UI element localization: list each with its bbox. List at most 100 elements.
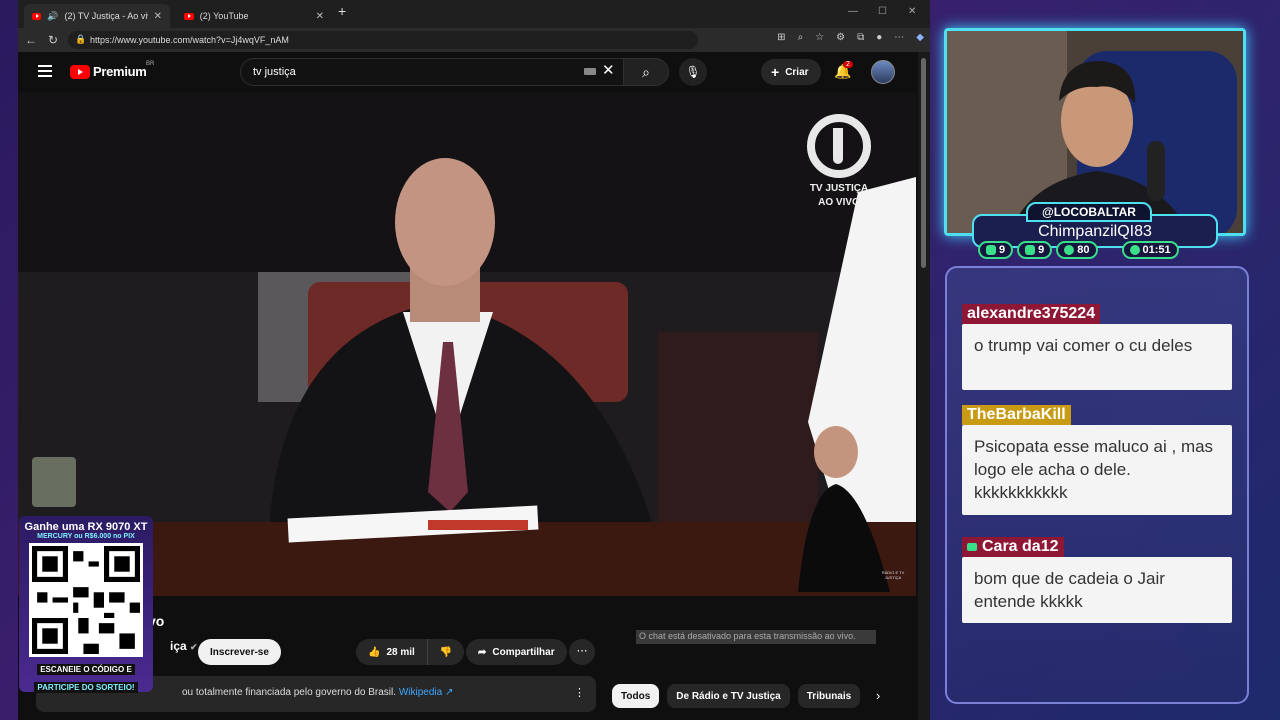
sponsor-cta-line2: PARTICIPE DO SORTEIO! [34, 682, 138, 693]
minimize-icon[interactable]: — [848, 6, 858, 17]
share-icon: ➦ [478, 646, 487, 658]
chat-username-text: Cara da12 [982, 538, 1059, 555]
clear-search-icon[interactable]: ✕ [602, 61, 615, 79]
external-link-icon: ↗ [444, 687, 454, 698]
sponsor-cta-line1: ESCANEIE O CÓDIGO E [37, 664, 135, 675]
url-text: https://www.youtube.com/watch?v=Jj4wqVF_… [90, 35, 289, 45]
chat-username: TheBarbaKill [962, 405, 1071, 425]
create-label: Criar [785, 66, 809, 78]
tab-youtube[interactable]: (2) YouTube ✕ [176, 4, 332, 28]
youtube-favicon-icon [32, 12, 42, 20]
close-icon[interactable]: ✕ [154, 11, 162, 22]
related-chips: Todos De Rádio e TV Justiça Tribunais [612, 684, 861, 708]
maximize-icon[interactable]: ☐ [878, 6, 887, 17]
chat-message: Psicopata esse maluco ai , mas logo ele … [962, 425, 1232, 515]
url-field[interactable]: 🔒 https://www.youtube.com/watch?v=Jj4wqV… [68, 31, 698, 49]
voice-search-button[interactable]: 🎙 [679, 58, 707, 86]
channel-name-text: iça [170, 639, 187, 653]
youtube-header: Premium BR tv justiça ✕ ⌕ 🎙 + Criar 🔔 2 [18, 52, 918, 92]
chip-todos[interactable]: Todos [612, 684, 660, 708]
verified-icon: ✔ [190, 642, 198, 652]
menu-icon[interactable] [38, 65, 52, 77]
logo-line2: AO VIVO [818, 197, 860, 208]
notification-badge: 2 [843, 61, 853, 68]
stat-youtube-value: 9 [1038, 244, 1045, 256]
info-text: ou totalmente financiada pelo governo do… [182, 687, 397, 698]
chat-username: Cara da12 [962, 537, 1064, 557]
avatar[interactable] [871, 60, 895, 84]
qr-code-icon [29, 543, 143, 657]
zoom-icon[interactable]: ⌕ [798, 32, 804, 43]
wikipedia-link[interactable]: Wikipedia [399, 687, 442, 698]
sponsor-subtitle: MERCURY ou R$6.000 no PIX [37, 533, 135, 540]
chip-radio-tv[interactable]: De Rádio e TV Justiça [667, 684, 790, 708]
profile-icon[interactable]: ● [876, 32, 882, 43]
tv-justica-logo: TV JUSTIÇA AO VIVO [804, 114, 874, 210]
chat-disabled-notice: O chat está desativado para esta transmi… [636, 630, 876, 644]
mic-icon: 🎙 [685, 65, 701, 79]
collections-icon[interactable]: ⧉ [857, 32, 864, 43]
search-button[interactable]: ⌕ [623, 58, 669, 86]
scrollbar-thumb[interactable] [921, 58, 926, 268]
create-button[interactable]: + Criar [761, 59, 821, 85]
chat-icon [986, 245, 996, 255]
logo-line1: TV JUSTIÇA [809, 183, 869, 194]
keyboard-icon[interactable] [584, 68, 596, 75]
chat-message: o trump vai comer o cu deles [962, 324, 1232, 390]
speaker-icon[interactable]: 🔊 [47, 11, 58, 22]
chevron-right-icon[interactable]: › [876, 688, 880, 703]
stream-stats: 9 9 80 01:51 [978, 241, 1179, 259]
favorite-star-icon[interactable]: ☆ [815, 32, 824, 43]
stat-chat: 9 [978, 241, 1014, 259]
like-dislike-group: 👍 28 mil 👎 [356, 639, 465, 665]
browser-window: 🔊 (2) TV Justiça - Ao vivo - You ✕ (2) Y… [18, 0, 930, 720]
tab-label: (2) YouTube [199, 11, 249, 21]
youtube-play-icon [70, 64, 90, 79]
close-icon[interactable]: ✕ [316, 11, 324, 22]
brand-name: Premium [93, 64, 147, 79]
more-actions-button[interactable]: ⋯ [569, 639, 595, 665]
copilot-icon[interactable]: ◆ [916, 32, 924, 43]
new-tab-icon[interactable]: + [338, 3, 346, 19]
page-scrollbar[interactable] [918, 52, 930, 720]
search-input[interactable]: tv justiça [240, 58, 624, 86]
stat-time-value: 01:51 [1142, 244, 1171, 256]
tv-justica-logo-icon [807, 114, 871, 178]
tab-tv-justica[interactable]: 🔊 (2) TV Justiça - Ao vivo - You ✕ [24, 4, 170, 28]
share-label: Compartilhar [492, 646, 555, 658]
dislike-button[interactable]: 👎 [428, 639, 464, 665]
chat-username: alexandre375224 [962, 304, 1101, 324]
stat-viewers-value: 80 [1077, 244, 1090, 256]
stream-handle: @LOCOBALTAR [1026, 202, 1152, 222]
chat-message: bom que de cadeia o Jair entende kkkkk [962, 557, 1232, 623]
close-window-icon[interactable]: ✕ [908, 6, 916, 17]
info-more-icon[interactable]: ⋮ [574, 686, 585, 699]
stat-chat-value: 9 [999, 244, 1006, 256]
youtube-icon [967, 543, 977, 551]
youtube-favicon-icon [184, 12, 194, 20]
thumbs-down-icon: 👎 [439, 646, 453, 658]
stat-viewers: 80 [1056, 241, 1098, 259]
viewers-icon [1064, 245, 1075, 255]
like-button[interactable]: 👍 28 mil [356, 639, 428, 665]
extensions-icon[interactable]: ⚙ [836, 32, 845, 43]
stat-youtube: 9 [1017, 241, 1053, 259]
thumbs-up-icon: 👍 [368, 646, 381, 658]
browser-toolbar: ⊞ ⌕ ☆ ⚙ ⧉ ● ⋯ ◆ [777, 32, 924, 43]
reload-icon[interactable]: ↻ [42, 33, 64, 47]
subscribe-button[interactable]: Inscrever-se [198, 639, 281, 665]
youtube-logo[interactable]: Premium BR [70, 61, 154, 79]
share-button[interactable]: ➦ Compartilhar [466, 639, 567, 665]
search-icon: ⌕ [642, 64, 650, 80]
lock-icon: 🔒 [75, 34, 87, 44]
tab-bar: 🔊 (2) TV Justiça - Ao vivo - You ✕ (2) Y… [18, 0, 930, 28]
back-icon[interactable]: ← [20, 33, 42, 47]
chip-tribunais[interactable]: Tribunais [797, 684, 861, 708]
apps-icon[interactable]: ⊞ [777, 32, 785, 43]
channel-name[interactable]: iça ✔ [170, 639, 198, 653]
like-count: 28 mil [386, 646, 415, 658]
sponsor-overlay: Ganhe uma RX 9070 XT MERCURY ou R$6.000 … [19, 516, 153, 693]
menu-dots-icon[interactable]: ⋯ [894, 32, 904, 43]
sponsor-title: Ganhe uma RX 9070 XT [24, 521, 148, 533]
stat-time: 01:51 [1121, 241, 1179, 259]
